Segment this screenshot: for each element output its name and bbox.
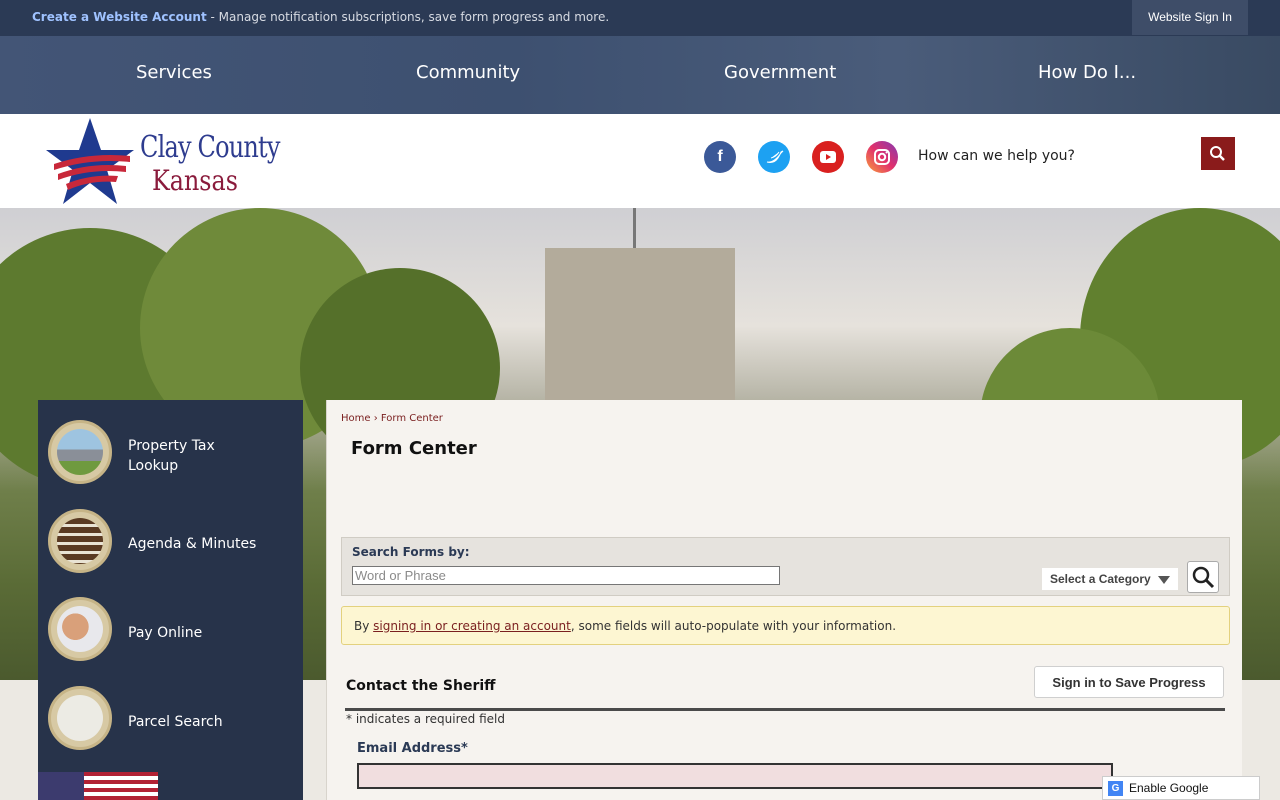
map-icon (48, 686, 112, 750)
site-search-button[interactable] (1201, 137, 1235, 170)
search-icon (1210, 146, 1225, 161)
form-divider (345, 708, 1225, 711)
sidebar-item-label: Property Tax Lookup (128, 438, 215, 474)
main-navigation: Services Community Government How Do I..… (0, 36, 1280, 114)
notice-prefix: By (354, 619, 374, 633)
youtube-icon[interactable] (812, 141, 844, 173)
category-select[interactable]: Select a Category (1042, 568, 1178, 590)
sidebar-item-property-tax[interactable]: Property Tax Lookup (38, 420, 303, 500)
account-description: - Manage notification subscriptions, sav… (206, 10, 610, 24)
required-field-note: * indicates a required field (346, 712, 505, 726)
facebook-icon[interactable]: f (704, 141, 736, 173)
form-search-button[interactable] (1187, 561, 1219, 593)
page-title: Form Center (351, 438, 477, 459)
books-icon (48, 509, 112, 573)
sidebar-item-parcel-search[interactable]: Parcel Search (38, 686, 303, 766)
search-forms-label: Search Forms by: (352, 545, 470, 559)
sidebar-item-label: Agenda & Minutes (128, 536, 257, 552)
chevron-down-icon (1158, 576, 1170, 584)
sidebar-item-label: Pay Online (128, 625, 203, 641)
form-title: Contact the Sheriff (346, 678, 496, 694)
form-center-content: Home › Form Center Form Center Search Fo… (326, 400, 1242, 800)
breadcrumb-current[interactable]: Form Center (381, 413, 443, 424)
house-icon (48, 420, 112, 484)
logo-line-2: Kansas (152, 164, 238, 197)
site-header: Clay County Kansas f (0, 114, 1280, 208)
site-search-input[interactable] (906, 136, 1198, 176)
quick-links-sidebar: Property Tax Lookup Agenda & Minutes Pay… (38, 400, 303, 800)
sidebar-item-label: Parcel Search (128, 714, 223, 730)
sidebar-item-pay-online[interactable]: Pay Online (38, 597, 303, 677)
payment-hand-icon (48, 597, 112, 661)
google-translate-button[interactable]: G Enable Google Translate (1102, 776, 1260, 800)
breadcrumb-home[interactable]: Home (341, 413, 371, 424)
magnifier-icon (1192, 566, 1215, 589)
translate-label: Enable Google Translate (1129, 781, 1209, 795)
category-select-value: Select a Category (1050, 572, 1151, 586)
nav-item-services[interactable]: Services (136, 62, 212, 83)
breadcrumb: Home › Form Center (341, 413, 443, 424)
google-icon: G (1108, 781, 1123, 796)
account-message: Create a Website Account - Manage notifi… (32, 10, 609, 24)
website-signin-button[interactable]: Website Sign In (1132, 0, 1248, 35)
twitter-icon[interactable] (758, 141, 790, 173)
site-search-box (906, 136, 1198, 176)
instagram-icon[interactable] (866, 141, 898, 173)
nav-item-community[interactable]: Community (416, 62, 520, 83)
nav-item-how-do-i[interactable]: How Do I... (1038, 62, 1136, 83)
nav-item-government[interactable]: Government (724, 62, 836, 83)
notice-suffix: , some fields will auto-populate with yo… (570, 619, 897, 633)
american-flag-image (38, 772, 158, 800)
email-label: Email Address* (357, 741, 468, 756)
create-account-link[interactable]: Create a Website Account (32, 10, 207, 24)
sidebar-item-agenda-minutes[interactable]: Agenda & Minutes (38, 509, 303, 589)
email-field[interactable] (357, 763, 1113, 789)
breadcrumb-separator: › (370, 413, 381, 424)
signin-create-account-link[interactable]: signing in or creating an account (373, 619, 571, 633)
form-search-input[interactable] (352, 566, 780, 585)
star-icon (46, 118, 134, 204)
logo-line-1: Clay County (140, 130, 280, 165)
top-account-bar: Create a Website Account - Manage notifi… (0, 0, 1280, 36)
form-search-panel: Search Forms by: Select a Category (341, 537, 1230, 596)
save-progress-button[interactable]: Sign in to Save Progress (1034, 666, 1224, 698)
signin-notice: By signing in or creating an account, so… (341, 606, 1230, 645)
clay-county-logo[interactable]: Clay County Kansas (44, 116, 280, 206)
